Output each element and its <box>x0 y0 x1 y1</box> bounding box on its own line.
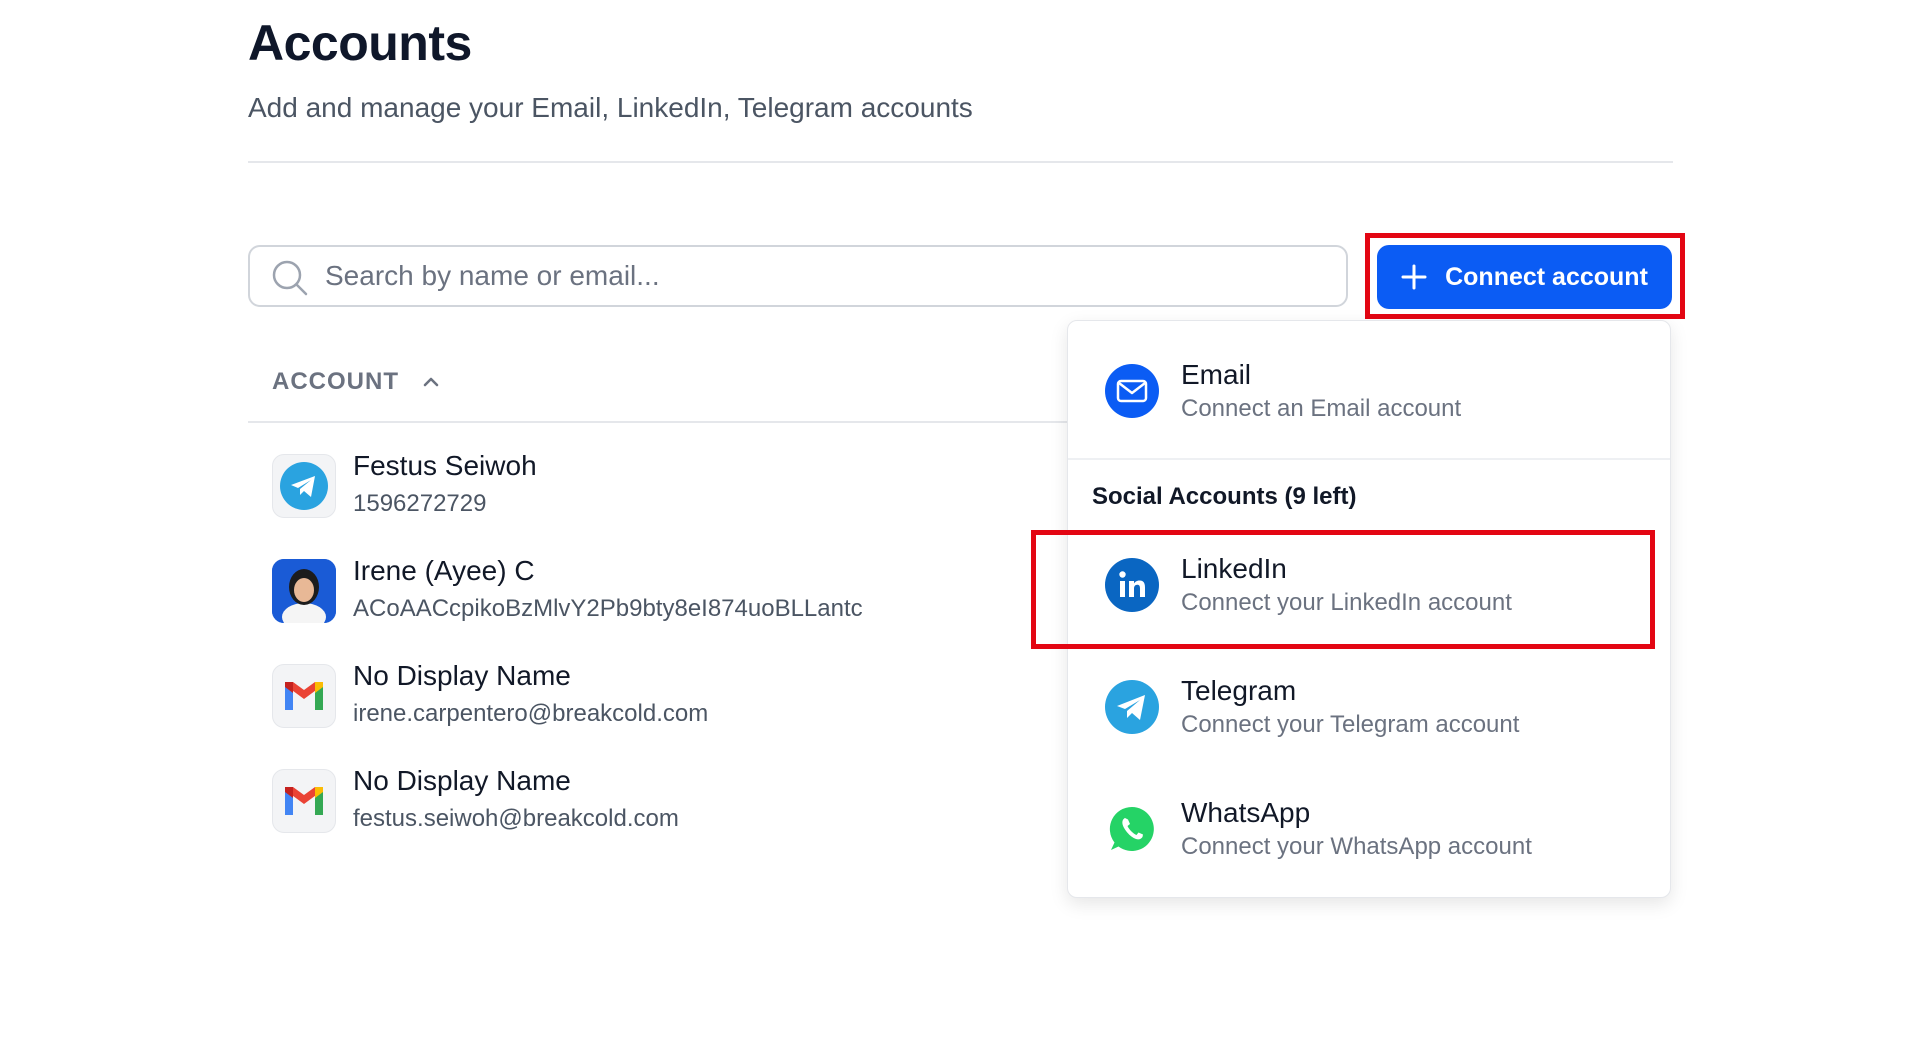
menu-item-title: LinkedIn <box>1181 553 1287 584</box>
list-item[interactable]: Festus Seiwoh 1596272729 <box>272 450 1072 555</box>
accounts-list: Festus Seiwoh 1596272729 Irene (Ayee) C … <box>272 450 1072 870</box>
menu-divider <box>1068 458 1670 460</box>
list-item[interactable]: Irene (Ayee) C ACoAACcpikoBzMlvY2Pb9bty8… <box>272 555 1072 660</box>
chevron-up-icon <box>423 377 439 387</box>
menu-item-description: Connect your Telegram account <box>1181 711 1520 738</box>
menu-item-email[interactable]: Email Connect an Email account <box>1068 341 1670 441</box>
column-header-label: ACCOUNT <box>272 368 399 395</box>
menu-item-title: Telegram <box>1181 675 1297 706</box>
header-divider <box>248 161 1673 163</box>
whatsapp-icon <box>1109 806 1154 851</box>
avatar <box>272 559 336 623</box>
list-item[interactable]: No Display Name irene.carpentero@breakco… <box>272 660 1072 765</box>
menu-item-description: Connect your WhatsApp account <box>1181 833 1532 860</box>
account-identifier: 1596272729 <box>353 490 487 517</box>
gmail-icon <box>272 769 336 833</box>
menu-item-description: Connect an Email account <box>1181 395 1462 422</box>
account-name: No Display Name <box>353 765 571 796</box>
account-identifier: festus.seiwoh@breakcold.com <box>353 805 679 832</box>
account-name: No Display Name <box>353 660 571 691</box>
account-name: Irene (Ayee) C <box>353 555 535 586</box>
search-input[interactable] <box>325 247 1325 305</box>
connect-account-button[interactable]: Connect account <box>1377 245 1672 309</box>
menu-item-telegram[interactable]: Telegram Connect your Telegram account <box>1068 657 1670 757</box>
page-subtitle: Add and manage your Email, LinkedIn, Tel… <box>248 92 973 123</box>
account-identifier: ACoAACcpikoBzMlvY2Pb9bty8eI874uoBLLantc <box>353 595 863 622</box>
list-item[interactable]: No Display Name festus.seiwoh@breakcold.… <box>272 765 1072 870</box>
menu-item-description: Connect your LinkedIn account <box>1181 589 1512 616</box>
search-box[interactable] <box>248 245 1348 307</box>
column-header-account[interactable]: ACCOUNT <box>272 368 441 396</box>
menu-item-linkedin[interactable]: LinkedIn Connect your LinkedIn account <box>1068 535 1670 635</box>
menu-item-title: Email <box>1181 359 1252 390</box>
telegram-icon <box>1105 680 1159 734</box>
table-divider <box>248 421 1068 423</box>
page-title: Accounts <box>248 15 472 71</box>
connect-account-menu: Email Connect an Email account Social Ac… <box>1067 320 1671 898</box>
account-identifier: irene.carpentero@breakcold.com <box>353 700 709 727</box>
social-accounts-heading: Social Accounts (9 left) <box>1092 483 1357 510</box>
search-icon <box>272 260 308 296</box>
plus-icon <box>1401 264 1427 290</box>
mail-icon <box>1105 364 1159 418</box>
linkedin-icon <box>1105 558 1159 612</box>
menu-item-whatsapp[interactable]: WhatsApp Connect your WhatsApp account <box>1068 779 1670 879</box>
account-name: Festus Seiwoh <box>353 450 537 481</box>
telegram-icon <box>272 454 336 518</box>
connect-account-label: Connect account <box>1445 262 1648 291</box>
menu-item-title: WhatsApp <box>1181 797 1311 828</box>
gmail-icon <box>272 664 336 728</box>
